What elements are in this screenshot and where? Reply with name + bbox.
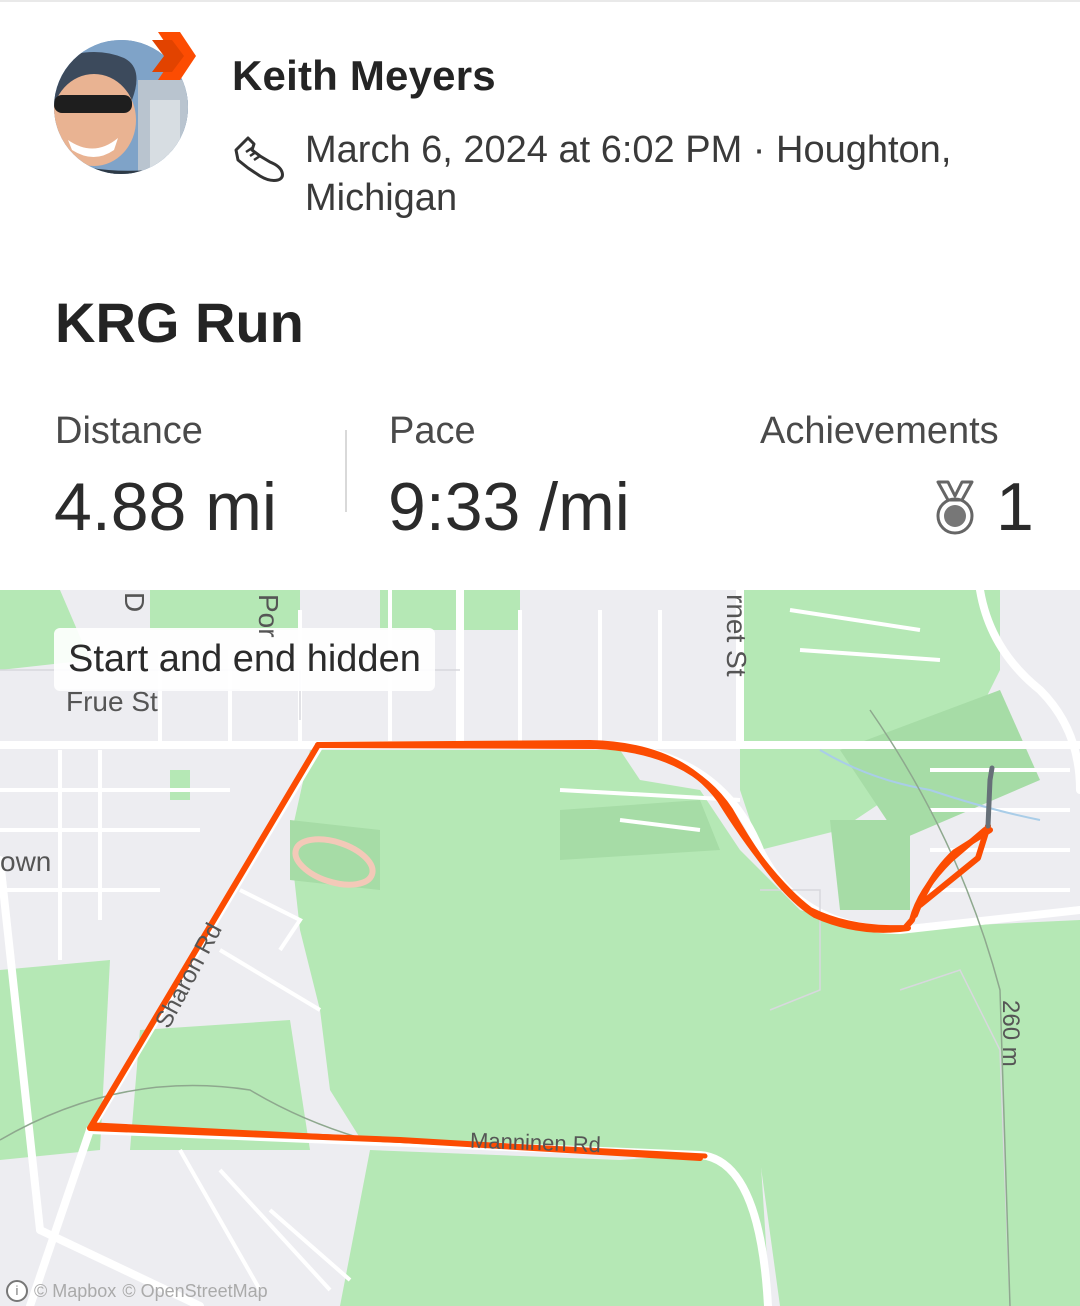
osm-attribution[interactable]: © OpenStreetMap [122, 1281, 267, 1302]
top-divider [0, 0, 1080, 2]
info-icon[interactable]: i [6, 1280, 28, 1302]
map-label-elevation: 260 m [997, 1000, 1024, 1067]
map-attribution[interactable]: i © Mapbox © OpenStreetMap [6, 1280, 268, 1302]
map-label-manninen-rd: Manninen Rd [469, 1127, 602, 1158]
pace-value: 9:33 /mi [388, 469, 630, 545]
achievements-label: Achievements [760, 410, 999, 452]
stats-divider [345, 430, 347, 512]
map-label-town: own [0, 846, 52, 877]
map-label-por: Por [253, 594, 284, 638]
athlete-name[interactable]: Keith Meyers [232, 52, 496, 100]
medal-icon[interactable] [932, 480, 978, 536]
subscriber-badge-icon [152, 32, 196, 80]
privacy-label: Start and end hidden [54, 628, 435, 691]
running-shoe-icon [234, 136, 284, 182]
mapbox-attribution[interactable]: © Mapbox [34, 1281, 116, 1302]
distance-label: Distance [55, 410, 203, 452]
pace-label: Pace [389, 410, 476, 452]
map-label-frue-st: Frue St [66, 686, 158, 717]
route-map[interactable]: Start and end hidden D Por rnet St Frue … [0, 590, 1080, 1306]
activity-date-location: March 6, 2024 at 6:02 PM · Houghton, Mic… [305, 129, 952, 219]
activity-title[interactable]: KRG Run [55, 290, 304, 355]
distance-value: 4.88 mi [54, 469, 277, 545]
map-label-d: D [119, 592, 150, 613]
map-label-garnet-st: rnet St [721, 594, 752, 677]
achievements-count[interactable]: 1 [996, 468, 1034, 546]
map-base [0, 590, 1080, 1306]
